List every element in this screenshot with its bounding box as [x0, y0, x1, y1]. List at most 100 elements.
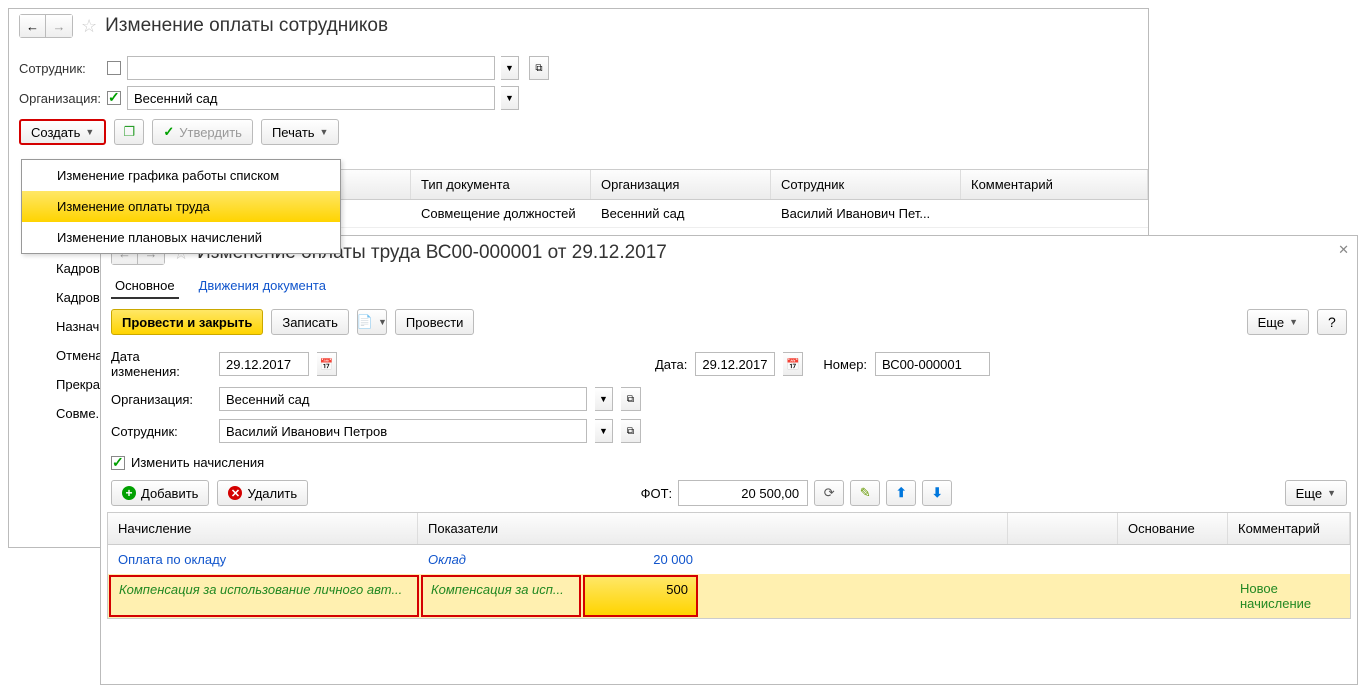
title-bar: ← → ☆ Изменение оплаты сотрудников [9, 9, 1148, 43]
table-row-highlighted[interactable]: Компенсация за использование личного авт… [108, 574, 1350, 618]
create-menu: Изменение графика работы списком Изменен… [21, 159, 341, 254]
menu-item-schedule-list[interactable]: Изменение графика работы списком [22, 160, 340, 191]
page-title: Изменение оплаты сотрудников [105, 15, 388, 37]
sub-org-label: Организация: [111, 392, 211, 407]
number-input[interactable]: ВС00-000001 [875, 352, 990, 376]
menu-item-planned-calc[interactable]: Изменение плановых начислений [22, 222, 340, 253]
cell-ind-name: Компенсация за исп... [421, 575, 581, 617]
col-doctype[interactable]: Тип документа [411, 170, 591, 199]
cell-calc[interactable]: Оплата по окладу [108, 545, 418, 574]
sub-org-input[interactable]: Весенний сад [219, 387, 587, 411]
post-and-close-button[interactable]: Провести и закрыть [111, 309, 263, 335]
grid-header: Тип документа Организация Сотрудник Комм… [341, 169, 1148, 200]
employee-open-icon[interactable]: ⧉ [529, 56, 549, 80]
col-indicators[interactable]: Показатели [418, 513, 1008, 544]
approve-button[interactable]: ✓ Утвердить [152, 119, 253, 145]
delete-icon: ✕ [228, 486, 242, 500]
org-label: Организация: [19, 91, 101, 106]
change-date-label: Дата изменения: [111, 349, 211, 379]
delete-button[interactable]: ✕ Удалить [217, 480, 308, 506]
cell-ind-val[interactable]: 20 000 [583, 545, 703, 574]
chevron-down-icon: ▼ [1289, 317, 1298, 327]
help-button[interactable]: ? [1317, 309, 1347, 335]
change-calc-checkbox[interactable] [111, 456, 125, 470]
col-org[interactable]: Организация [591, 170, 771, 199]
close-icon[interactable]: ✕ [1338, 242, 1349, 258]
copy-button[interactable]: ❐ [114, 119, 144, 145]
org-filter-checkbox[interactable] [107, 91, 121, 105]
more-button[interactable]: Еще ▼ [1247, 309, 1309, 335]
print-button[interactable]: Печать▼ [261, 119, 340, 145]
move-down-button[interactable]: ⬇ [922, 480, 952, 506]
menu-item-payment-change[interactable]: Изменение оплаты труда [22, 191, 340, 222]
cell-emp: Василий Иванович Пет... [771, 200, 961, 227]
chevron-down-icon: ▼ [85, 127, 94, 137]
nav-buttons: ← → [19, 14, 73, 38]
change-calc-label: Изменить начисления [131, 455, 264, 470]
dropdown-icon[interactable]: ▼ [595, 387, 613, 411]
col-comment[interactable]: Комментарий [961, 170, 1148, 199]
col-emp[interactable]: Сотрудник [771, 170, 961, 199]
chevron-down-icon: ▼ [1327, 488, 1336, 498]
employee-filter-checkbox[interactable] [107, 61, 121, 75]
document-icon: 📄 [357, 314, 373, 330]
cell-org: Весенний сад [591, 200, 771, 227]
arrow-down-icon: ⬇ [932, 485, 943, 501]
number-label: Номер: [823, 357, 867, 372]
fot-input[interactable] [678, 480, 808, 506]
post-button[interactable]: Провести [395, 309, 475, 335]
fot-label: ФОТ: [641, 486, 673, 501]
org-input[interactable]: Весенний сад [127, 86, 495, 110]
col-calc[interactable]: Начисление [108, 513, 418, 544]
employee-input[interactable] [127, 56, 495, 80]
employee-label: Сотрудник: [19, 61, 101, 76]
date-input[interactable]: 29.12.2017 [695, 352, 775, 376]
calendar-icon[interactable]: 📅 [317, 352, 337, 376]
open-icon[interactable]: ⧉ [621, 387, 641, 411]
open-icon[interactable]: ⧉ [621, 419, 641, 443]
cell-comment: Новое начисление [1230, 574, 1350, 618]
cell-calc[interactable]: Компенсация за использование личного авт… [109, 575, 419, 617]
add-button[interactable]: + Добавить [111, 480, 209, 506]
dropdown-icon[interactable]: ▼ [595, 419, 613, 443]
tabs: Основное Движения документа [101, 270, 1357, 303]
report-button[interactable]: 📄▼ [357, 309, 387, 335]
copy-icon: ❐ [124, 124, 136, 140]
favorite-icon[interactable]: ☆ [81, 16, 97, 37]
cell-ind-name: Оклад [418, 545, 583, 574]
pencil-icon: ✎ [860, 485, 871, 501]
grid-row[interactable]: Совмещение должностей Весенний сад Васил… [341, 200, 1148, 228]
refresh-icon: ⟳ [824, 485, 835, 501]
create-button[interactable]: Создать▼ [19, 119, 106, 145]
tab-main[interactable]: Основное [111, 274, 179, 299]
chevron-down-icon: ▼ [320, 127, 329, 137]
edit-button[interactable]: ✎ [850, 480, 880, 506]
plus-icon: + [122, 486, 136, 500]
refresh-button[interactable]: ⟳ [814, 480, 844, 506]
col-comment[interactable]: Комментарий [1228, 513, 1350, 544]
forward-button[interactable]: → [46, 15, 72, 37]
org-dropdown-icon[interactable]: ▼ [501, 86, 519, 110]
date-label: Дата: [655, 357, 687, 372]
cell-doctype: Совмещение должностей [411, 200, 591, 227]
sub-emp-label: Сотрудник: [111, 424, 211, 439]
check-icon: ✓ [163, 124, 174, 140]
calendar-icon[interactable]: 📅 [783, 352, 803, 376]
col-spacer [1008, 513, 1118, 544]
back-button[interactable]: ← [20, 15, 46, 37]
table-header: Начисление Показатели Основание Коммента… [108, 513, 1350, 545]
sub-window: ✕ ← → ☆ Изменение оплаты труда ВС00-0000… [100, 235, 1358, 685]
employee-dropdown-icon[interactable]: ▼ [501, 56, 519, 80]
arrow-up-icon: ⬆ [896, 485, 907, 501]
calc-table: Начисление Показатели Основание Коммента… [107, 512, 1351, 619]
chevron-down-icon: ▼ [378, 317, 387, 327]
cell-ind-val[interactable]: 500 [583, 575, 698, 617]
col-base[interactable]: Основание [1118, 513, 1228, 544]
table-more-button[interactable]: Еще ▼ [1285, 480, 1347, 506]
sub-emp-input[interactable]: Василий Иванович Петров [219, 419, 587, 443]
change-date-input[interactable]: 29.12.2017 [219, 352, 309, 376]
move-up-button[interactable]: ⬆ [886, 480, 916, 506]
write-button[interactable]: Записать [271, 309, 349, 335]
tab-movements[interactable]: Движения документа [195, 274, 330, 299]
table-row[interactable]: Оплата по окладу Оклад 20 000 [108, 545, 1350, 574]
